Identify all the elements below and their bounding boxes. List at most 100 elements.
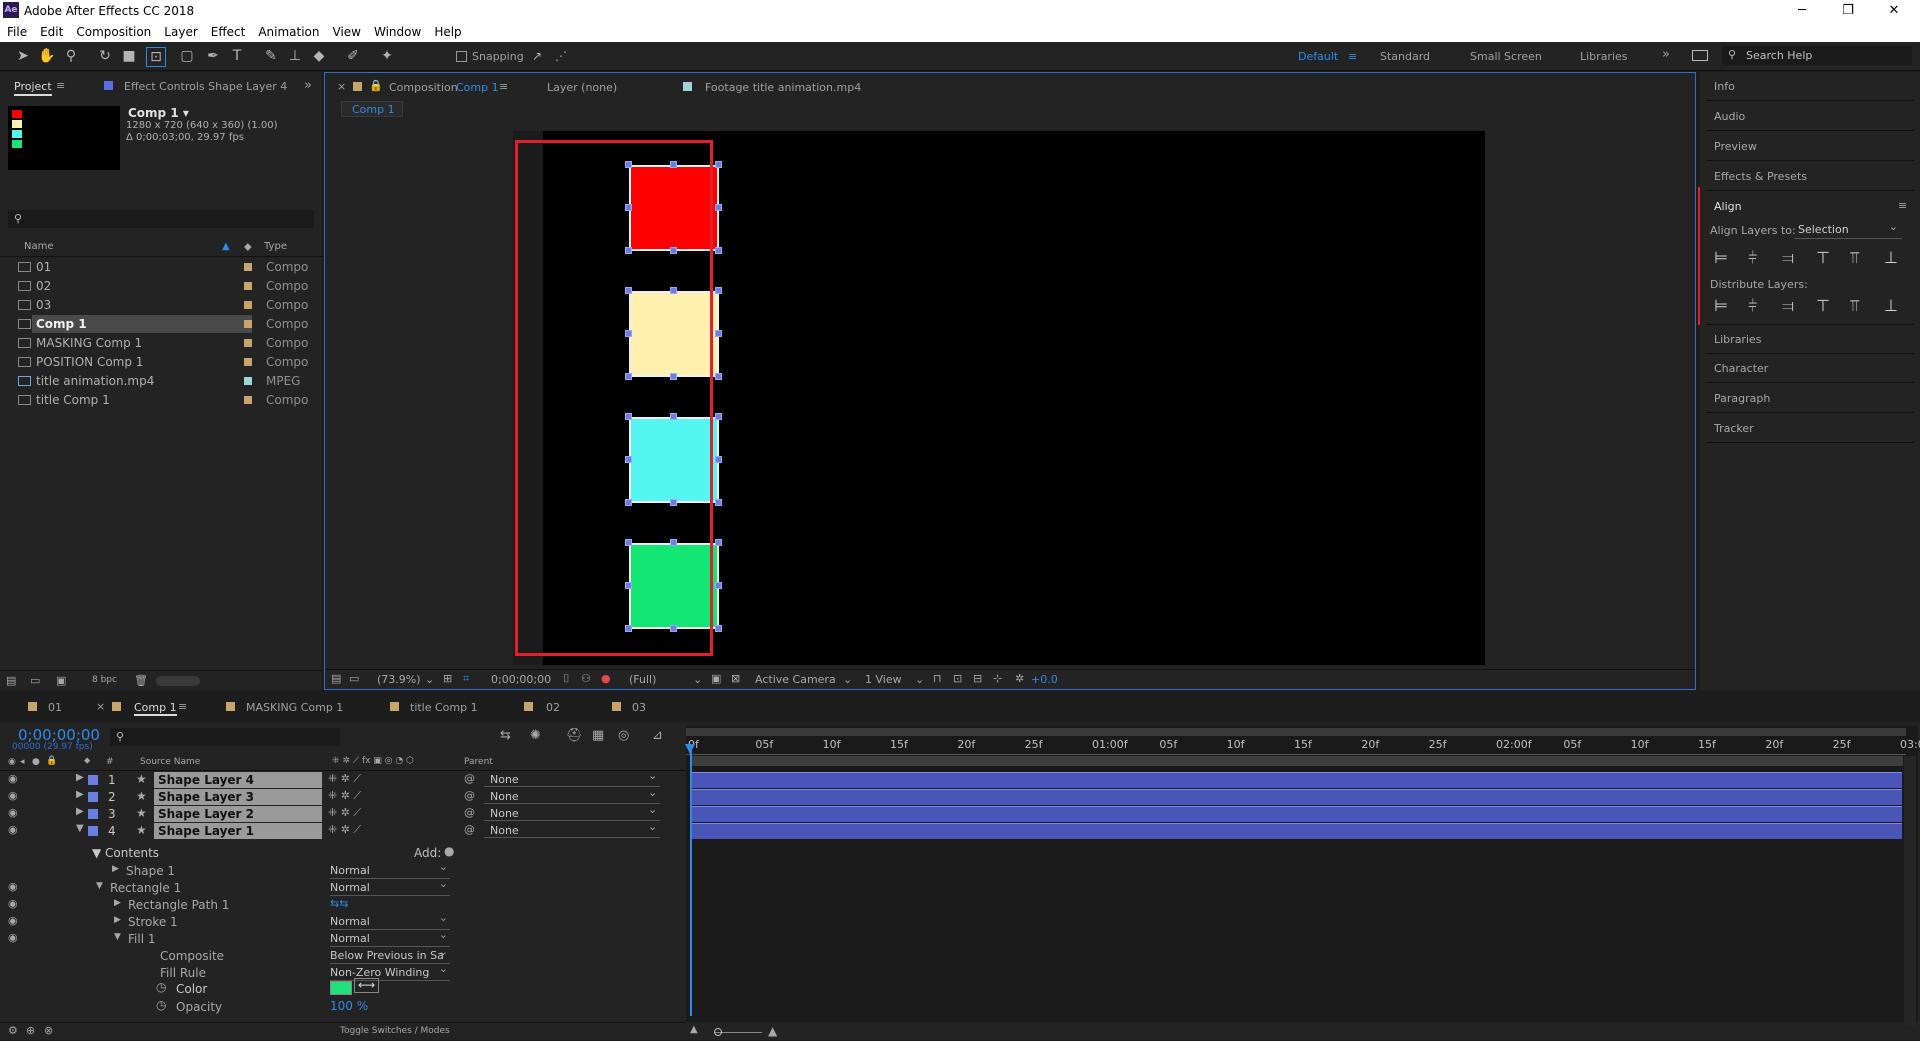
audio-switch-icon[interactable]: ◂ bbox=[20, 757, 25, 767]
align-vertical-center-icon[interactable]: ⫪ bbox=[1850, 248, 1859, 268]
transform-handle[interactable] bbox=[715, 287, 722, 294]
property-row[interactable]: ◉ ▼ Fill 1 Normal bbox=[0, 928, 686, 947]
workspace-standard[interactable]: Standard bbox=[1380, 50, 1430, 63]
property-eye-icon[interactable]: ◉ bbox=[8, 880, 18, 893]
interpret-footage-icon[interactable]: ▤ bbox=[6, 674, 16, 687]
property-row[interactable]: ◉ ▼ Rectangle 1 Normal bbox=[0, 877, 686, 896]
menu-edit[interactable]: Edit bbox=[33, 22, 69, 39]
transform-handle[interactable] bbox=[715, 582, 722, 589]
sync-settings-icon[interactable] bbox=[1692, 50, 1708, 61]
col-name[interactable]: Name bbox=[24, 241, 54, 252]
stopwatch-icon[interactable]: ◷ bbox=[156, 980, 166, 994]
property-eye-icon[interactable]: ◉ bbox=[8, 897, 18, 910]
composition-mini-flowchart-icon[interactable]: ⇆ bbox=[500, 728, 511, 743]
distribute-horizontal-center-icon[interactable]: ⫪ bbox=[1850, 296, 1859, 316]
layer-name[interactable]: Shape Layer 1 bbox=[158, 824, 254, 838]
transparency-grid-icon[interactable]: ⊠ bbox=[731, 672, 740, 685]
bpc-label[interactable]: 8 bpc bbox=[92, 675, 117, 685]
current-time[interactable]: 0;00;00;00 bbox=[491, 673, 551, 686]
trash-icon[interactable]: 🗑 bbox=[134, 674, 148, 687]
snapping-checkbox[interactable] bbox=[456, 51, 467, 62]
camera-dropdown[interactable]: Active Camera bbox=[755, 673, 836, 686]
list-item[interactable]: title animation.mp4 MPEG bbox=[16, 372, 316, 390]
work-area[interactable] bbox=[690, 756, 1903, 766]
work-area-bar[interactable] bbox=[686, 728, 1906, 736]
expand-arrow-icon[interactable]: ▼ bbox=[76, 823, 84, 834]
in-out-icon[interactable]: ⊗ bbox=[44, 1024, 53, 1037]
frame-blending-icon[interactable]: ▦ bbox=[592, 728, 604, 743]
label-column-icon[interactable]: ⬥ bbox=[244, 240, 252, 254]
type-tool-icon[interactable]: T bbox=[228, 47, 246, 65]
property-row[interactable]: ▶ Shape 1 Normal bbox=[0, 860, 686, 879]
opacity-value[interactable]: 100 % bbox=[330, 999, 368, 1013]
panel-tracker[interactable]: Tracker bbox=[1706, 414, 1914, 443]
panel-effects-presets[interactable]: Effects & Presets bbox=[1706, 162, 1914, 191]
tab-effect-controls[interactable]: Effect Controls Shape Layer 4 bbox=[124, 80, 287, 93]
expand-arrow-icon[interactable]: ▶ bbox=[114, 898, 121, 908]
panel-paragraph[interactable]: Paragraph bbox=[1706, 384, 1914, 413]
menu-view[interactable]: View bbox=[326, 22, 367, 39]
property-dropdown[interactable]: Below Previous in Sa bbox=[330, 945, 450, 964]
align-menu-icon[interactable]: ≡ bbox=[1898, 199, 1907, 212]
transform-handle[interactable] bbox=[715, 373, 722, 380]
always-preview-icon[interactable]: ▤ bbox=[331, 672, 341, 685]
modes-icon[interactable]: ⊕ bbox=[26, 1024, 35, 1037]
stopwatch-icon[interactable]: ◷ bbox=[156, 998, 166, 1012]
timeline-scrollbar[interactable] bbox=[1904, 756, 1916, 1026]
timeline-icon[interactable]: ⊟ bbox=[973, 672, 982, 685]
panel-info[interactable]: Info bbox=[1706, 72, 1914, 101]
zoom-slider-handle[interactable] bbox=[714, 1028, 722, 1036]
col-type[interactable]: Type bbox=[264, 241, 287, 252]
workspace-menu-icon[interactable]: ≡ bbox=[1348, 50, 1357, 63]
timeline-tab-01[interactable]: 01 bbox=[48, 701, 62, 714]
toggle-pixel-aspect-icon[interactable]: ⊓ bbox=[933, 672, 942, 685]
lock-icon[interactable]: 🔒 bbox=[369, 79, 383, 92]
zoom-in-icon[interactable]: ▲ bbox=[768, 1024, 777, 1038]
views-dropdown[interactable]: 1 View bbox=[865, 673, 902, 686]
selection-tool-icon[interactable]: ➤ bbox=[14, 47, 32, 65]
timeline-search-input[interactable]: ⚲ bbox=[110, 728, 340, 746]
distribute-right-icon[interactable]: ⊥ bbox=[1884, 296, 1898, 315]
property-eye-icon[interactable]: ◉ bbox=[8, 914, 18, 927]
layer-switches-icon[interactable]: ⁜ ✲ ⟋ bbox=[328, 772, 361, 786]
expand-arrow-icon[interactable]: ▶ bbox=[76, 772, 84, 783]
panel-audio[interactable]: Audio bbox=[1706, 102, 1914, 131]
property-row[interactable]: ◉ ▶ Stroke 1 Normal bbox=[0, 911, 686, 930]
panel-libraries[interactable]: Libraries bbox=[1706, 324, 1914, 354]
tab-project[interactable]: Project bbox=[14, 80, 52, 96]
sort-arrow-icon[interactable]: ▲ bbox=[222, 241, 230, 252]
pen-tool-icon[interactable]: ✒ bbox=[204, 47, 222, 65]
menu-window[interactable]: Window bbox=[367, 22, 427, 39]
transform-handle[interactable] bbox=[715, 456, 722, 463]
draft-3d-icon[interactable]: ✺ bbox=[530, 728, 541, 743]
pickwhip-icon[interactable]: @ bbox=[464, 823, 475, 836]
new-folder-icon[interactable]: ▭ bbox=[30, 674, 40, 687]
contents-label[interactable]: ▼ Contents bbox=[92, 846, 159, 860]
transform-handle[interactable] bbox=[715, 539, 722, 546]
project-menu-icon[interactable]: ≡ bbox=[56, 79, 65, 92]
layer-switches-icon[interactable]: ⁜ ✲ ⟋ bbox=[328, 789, 361, 803]
resolution-dropdown[interactable]: (Full) bbox=[629, 673, 656, 686]
layer-duration-bar[interactable] bbox=[690, 823, 1902, 839]
pickwhip-icon[interactable]: @ bbox=[464, 772, 475, 785]
toggle-switches-modes[interactable]: Toggle Switches / Modes bbox=[340, 1026, 450, 1036]
exposure-value[interactable]: +0.0 bbox=[1031, 673, 1058, 686]
expand-arrow-icon[interactable]: ▶ bbox=[76, 806, 84, 817]
tab-footage[interactable]: Footage title animation.mp4 bbox=[705, 81, 861, 94]
fast-previews-icon[interactable]: ⊡ bbox=[953, 672, 962, 685]
align-right-icon[interactable]: ⫤ bbox=[1782, 248, 1794, 268]
menu-animation[interactable]: Animation bbox=[251, 22, 325, 39]
brush-tool-icon[interactable]: ✎ bbox=[262, 47, 280, 65]
list-item[interactable]: 03 Compo bbox=[16, 296, 316, 314]
hand-tool-icon[interactable]: ✋ bbox=[38, 47, 56, 65]
region-of-interest-icon[interactable]: ▣ bbox=[711, 672, 721, 685]
video-eye-icon[interactable]: ◉ bbox=[8, 806, 18, 819]
align-top-icon[interactable]: ⊤ bbox=[1816, 248, 1830, 267]
solo-switch-icon[interactable]: ● bbox=[32, 757, 40, 767]
pan-behind-tool-icon[interactable]: ⊡ bbox=[146, 47, 166, 67]
workspace-libraries[interactable]: Libraries bbox=[1580, 50, 1628, 63]
comp-breadcrumb[interactable]: Comp 1 bbox=[341, 101, 403, 117]
expand-arrow-icon[interactable]: ▼ bbox=[96, 881, 103, 891]
property-dropdown[interactable]: Normal bbox=[330, 860, 450, 879]
menu-composition[interactable]: Composition bbox=[69, 22, 157, 39]
